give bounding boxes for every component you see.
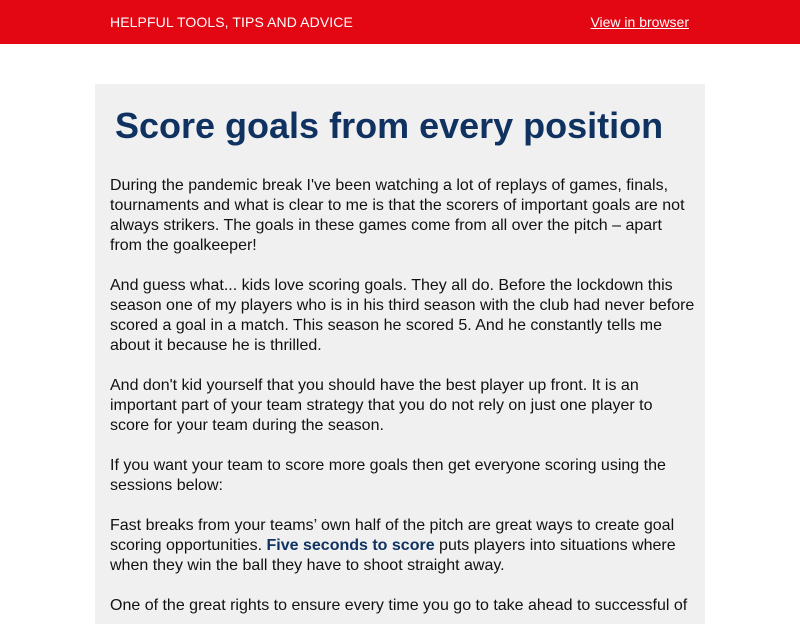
article-paragraph: And guess what... kids love scoring goal… <box>110 277 695 354</box>
article-paragraph: Fast breaks from your teams’ own half of… <box>110 516 695 576</box>
view-in-browser-link[interactable]: View in browser <box>590 14 689 30</box>
article-paragraph: If you want your team to score more goal… <box>110 457 666 494</box>
article-body: During the pandemic break I've been watc… <box>110 176 695 636</box>
article-paragraph: During the pandemic break I've been watc… <box>110 177 685 254</box>
article-paragraph-cut-off: One of the great rights to ensure every … <box>110 597 688 614</box>
article-paragraph: And don't kid yourself that you should h… <box>110 377 653 434</box>
header-tagline: HELPFUL TOOLS, TIPS AND ADVICE <box>110 14 353 30</box>
article-card: Score goals from every position During t… <box>95 84 705 624</box>
five-seconds-to-score-link[interactable]: Five seconds to score <box>267 537 435 554</box>
top-banner: HELPFUL TOOLS, TIPS AND ADVICE View in b… <box>0 0 800 44</box>
article-title: Score goals from every position <box>115 105 664 146</box>
